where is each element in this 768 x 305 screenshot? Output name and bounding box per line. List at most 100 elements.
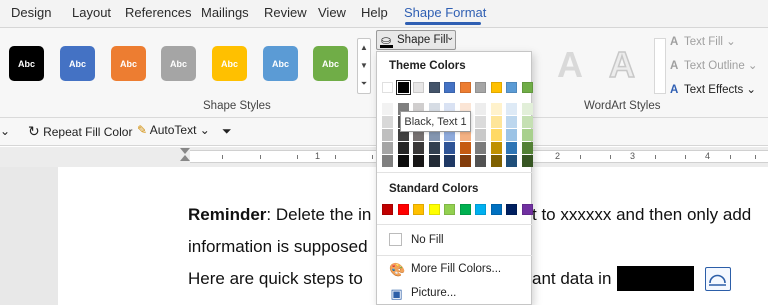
theme-shade-swatch[interactable] xyxy=(475,142,486,154)
tab-design[interactable]: Design xyxy=(11,5,51,20)
theme-shade-swatch[interactable] xyxy=(413,142,424,154)
standard-color-swatch[interactable] xyxy=(397,204,409,215)
shape-style-black[interactable]: Abc xyxy=(9,46,44,81)
inline-image-icon[interactable] xyxy=(705,267,731,291)
theme-shade-swatch[interactable] xyxy=(521,142,533,154)
theme-color-swatch[interactable] xyxy=(459,82,471,93)
standard-color-swatch[interactable] xyxy=(459,204,471,215)
theme-shade-swatch[interactable] xyxy=(428,155,440,167)
shape-style-gray[interactable]: Abc xyxy=(161,46,196,81)
theme-color-swatch[interactable] xyxy=(395,80,411,95)
document-line-3[interactable]: Here are quick steps to xyxy=(188,269,363,289)
more-fill-colors-item[interactable]: 🎨 More Fill Colors... xyxy=(377,258,533,280)
tab-shape-format[interactable]: Shape Format xyxy=(404,5,486,20)
theme-shade-swatch[interactable] xyxy=(475,103,486,115)
theme-color-swatch[interactable] xyxy=(490,82,502,93)
theme-shade-swatch[interactable] xyxy=(506,116,517,128)
text-outline-button[interactable]: A Text Outline ⌄ xyxy=(670,58,758,72)
standard-color-swatch[interactable] xyxy=(428,204,440,215)
standard-color-swatch[interactable] xyxy=(382,204,393,215)
theme-color-swatch[interactable] xyxy=(428,82,440,93)
theme-shade-swatch[interactable] xyxy=(506,155,517,167)
theme-shade-swatch[interactable] xyxy=(382,103,393,115)
color-tooltip: Black, Text 1 xyxy=(400,111,471,132)
theme-color-swatch[interactable] xyxy=(506,82,517,93)
shape-styles-gallery-scroll[interactable]: ▲ ▼ ⏷ xyxy=(357,38,371,94)
wordart-style-2[interactable]: A xyxy=(600,43,644,86)
shape-style-orange[interactable]: Abc xyxy=(111,46,146,81)
theme-shade-swatch[interactable] xyxy=(382,142,393,154)
theme-shade-swatch[interactable] xyxy=(490,116,502,128)
theme-color-swatch[interactable] xyxy=(475,82,486,93)
customize-toolbar-icon[interactable]: ⏷ xyxy=(222,124,232,139)
gallery-more-icon[interactable]: ⏷ xyxy=(358,75,370,93)
shape-fill-button[interactable]: ⛀ Shape Fill ⌄ xyxy=(376,30,456,50)
ruler-tick xyxy=(335,155,336,159)
theme-shade-swatch[interactable] xyxy=(475,155,486,167)
theme-shade-swatch[interactable] xyxy=(521,129,533,141)
theme-shade-swatch[interactable] xyxy=(490,129,502,141)
tab-layout[interactable]: Layout xyxy=(72,5,111,20)
document-line-2[interactable]: information is supposed xyxy=(188,237,368,257)
tab-mailings[interactable]: Mailings xyxy=(201,5,249,20)
wordart-style-1[interactable]: A xyxy=(548,44,592,86)
theme-shade-swatch[interactable] xyxy=(413,155,424,167)
tab-references[interactable]: References xyxy=(125,5,191,20)
chevron-down-icon[interactable]: ⌄ xyxy=(0,124,10,138)
theme-shade-swatch[interactable] xyxy=(506,129,517,141)
standard-color-swatch[interactable] xyxy=(490,204,502,215)
theme-shade-swatch[interactable] xyxy=(490,103,502,115)
theme-color-swatch[interactable] xyxy=(444,82,455,93)
theme-shade-swatch[interactable] xyxy=(459,155,471,167)
standard-color-swatch[interactable] xyxy=(475,204,486,215)
wordart-gallery-scroll[interactable] xyxy=(654,38,666,94)
text-effects-button[interactable]: A Text Effects ⌄ xyxy=(670,82,756,96)
theme-shade-swatch[interactable] xyxy=(506,103,517,115)
no-fill-item[interactable]: No Fill xyxy=(377,229,533,251)
standard-color-swatch[interactable] xyxy=(506,204,517,215)
theme-shade-swatch[interactable] xyxy=(521,155,533,167)
ruler-tick xyxy=(580,155,581,159)
document-line-3-tail[interactable]: ant data in xyxy=(532,269,611,289)
theme-shade-swatch[interactable] xyxy=(382,116,393,128)
theme-shade-swatch[interactable] xyxy=(506,142,517,154)
theme-color-swatch[interactable] xyxy=(413,82,424,93)
gallery-down-icon[interactable]: ▼ xyxy=(358,57,370,75)
shape-style-blue[interactable]: Abc xyxy=(60,46,95,81)
theme-shade-swatch[interactable] xyxy=(459,142,471,154)
theme-shade-swatch[interactable] xyxy=(382,155,393,167)
theme-shade-swatch[interactable] xyxy=(475,116,486,128)
theme-shade-swatch[interactable] xyxy=(490,142,502,154)
shape-style-green[interactable]: Abc xyxy=(313,46,348,81)
tab-help[interactable]: Help xyxy=(361,5,388,20)
theme-shade-swatch[interactable] xyxy=(444,155,455,167)
theme-shade-swatch[interactable] xyxy=(382,129,393,141)
document-line-1[interactable]: Reminder: Delete the in xyxy=(188,205,371,225)
theme-shade-swatch[interactable] xyxy=(397,142,409,154)
theme-shade-swatch[interactable] xyxy=(397,155,409,167)
autotext-button[interactable]: ✎ AutoText ⌄ xyxy=(137,123,210,137)
theme-shade-swatch[interactable] xyxy=(475,129,486,141)
document-line-1-tail[interactable]: t to xxxxxx and then only add xyxy=(532,205,751,225)
theme-shade-swatch[interactable] xyxy=(490,155,502,167)
tab-view[interactable]: View xyxy=(318,5,346,20)
repeat-fill-color-button[interactable]: ↻ Repeat Fill Color xyxy=(28,123,132,140)
theme-color-swatch[interactable] xyxy=(382,82,393,93)
standard-colors-heading: Standard Colors xyxy=(389,183,479,195)
tab-review[interactable]: Review xyxy=(264,5,307,20)
standard-color-swatch[interactable] xyxy=(521,204,533,215)
picture-icon: ▣ xyxy=(390,286,403,301)
theme-shade-swatch[interactable] xyxy=(521,116,533,128)
theme-shade-swatch[interactable] xyxy=(428,142,440,154)
standard-color-swatch[interactable] xyxy=(444,204,455,215)
shape-style-gold[interactable]: Abc xyxy=(212,46,247,81)
theme-shade-swatch[interactable] xyxy=(521,103,533,115)
gallery-up-icon[interactable]: ▲ xyxy=(358,39,370,57)
text-fill-button[interactable]: A Text Fill ⌄ xyxy=(670,34,736,48)
shape-style-lightblue[interactable]: Abc xyxy=(263,46,298,81)
theme-shade-swatch[interactable] xyxy=(444,142,455,154)
indent-marker[interactable] xyxy=(180,148,190,166)
standard-color-swatch[interactable] xyxy=(413,204,424,215)
picture-item[interactable]: ▣ Picture... xyxy=(377,282,533,304)
theme-color-swatch[interactable] xyxy=(521,82,533,93)
